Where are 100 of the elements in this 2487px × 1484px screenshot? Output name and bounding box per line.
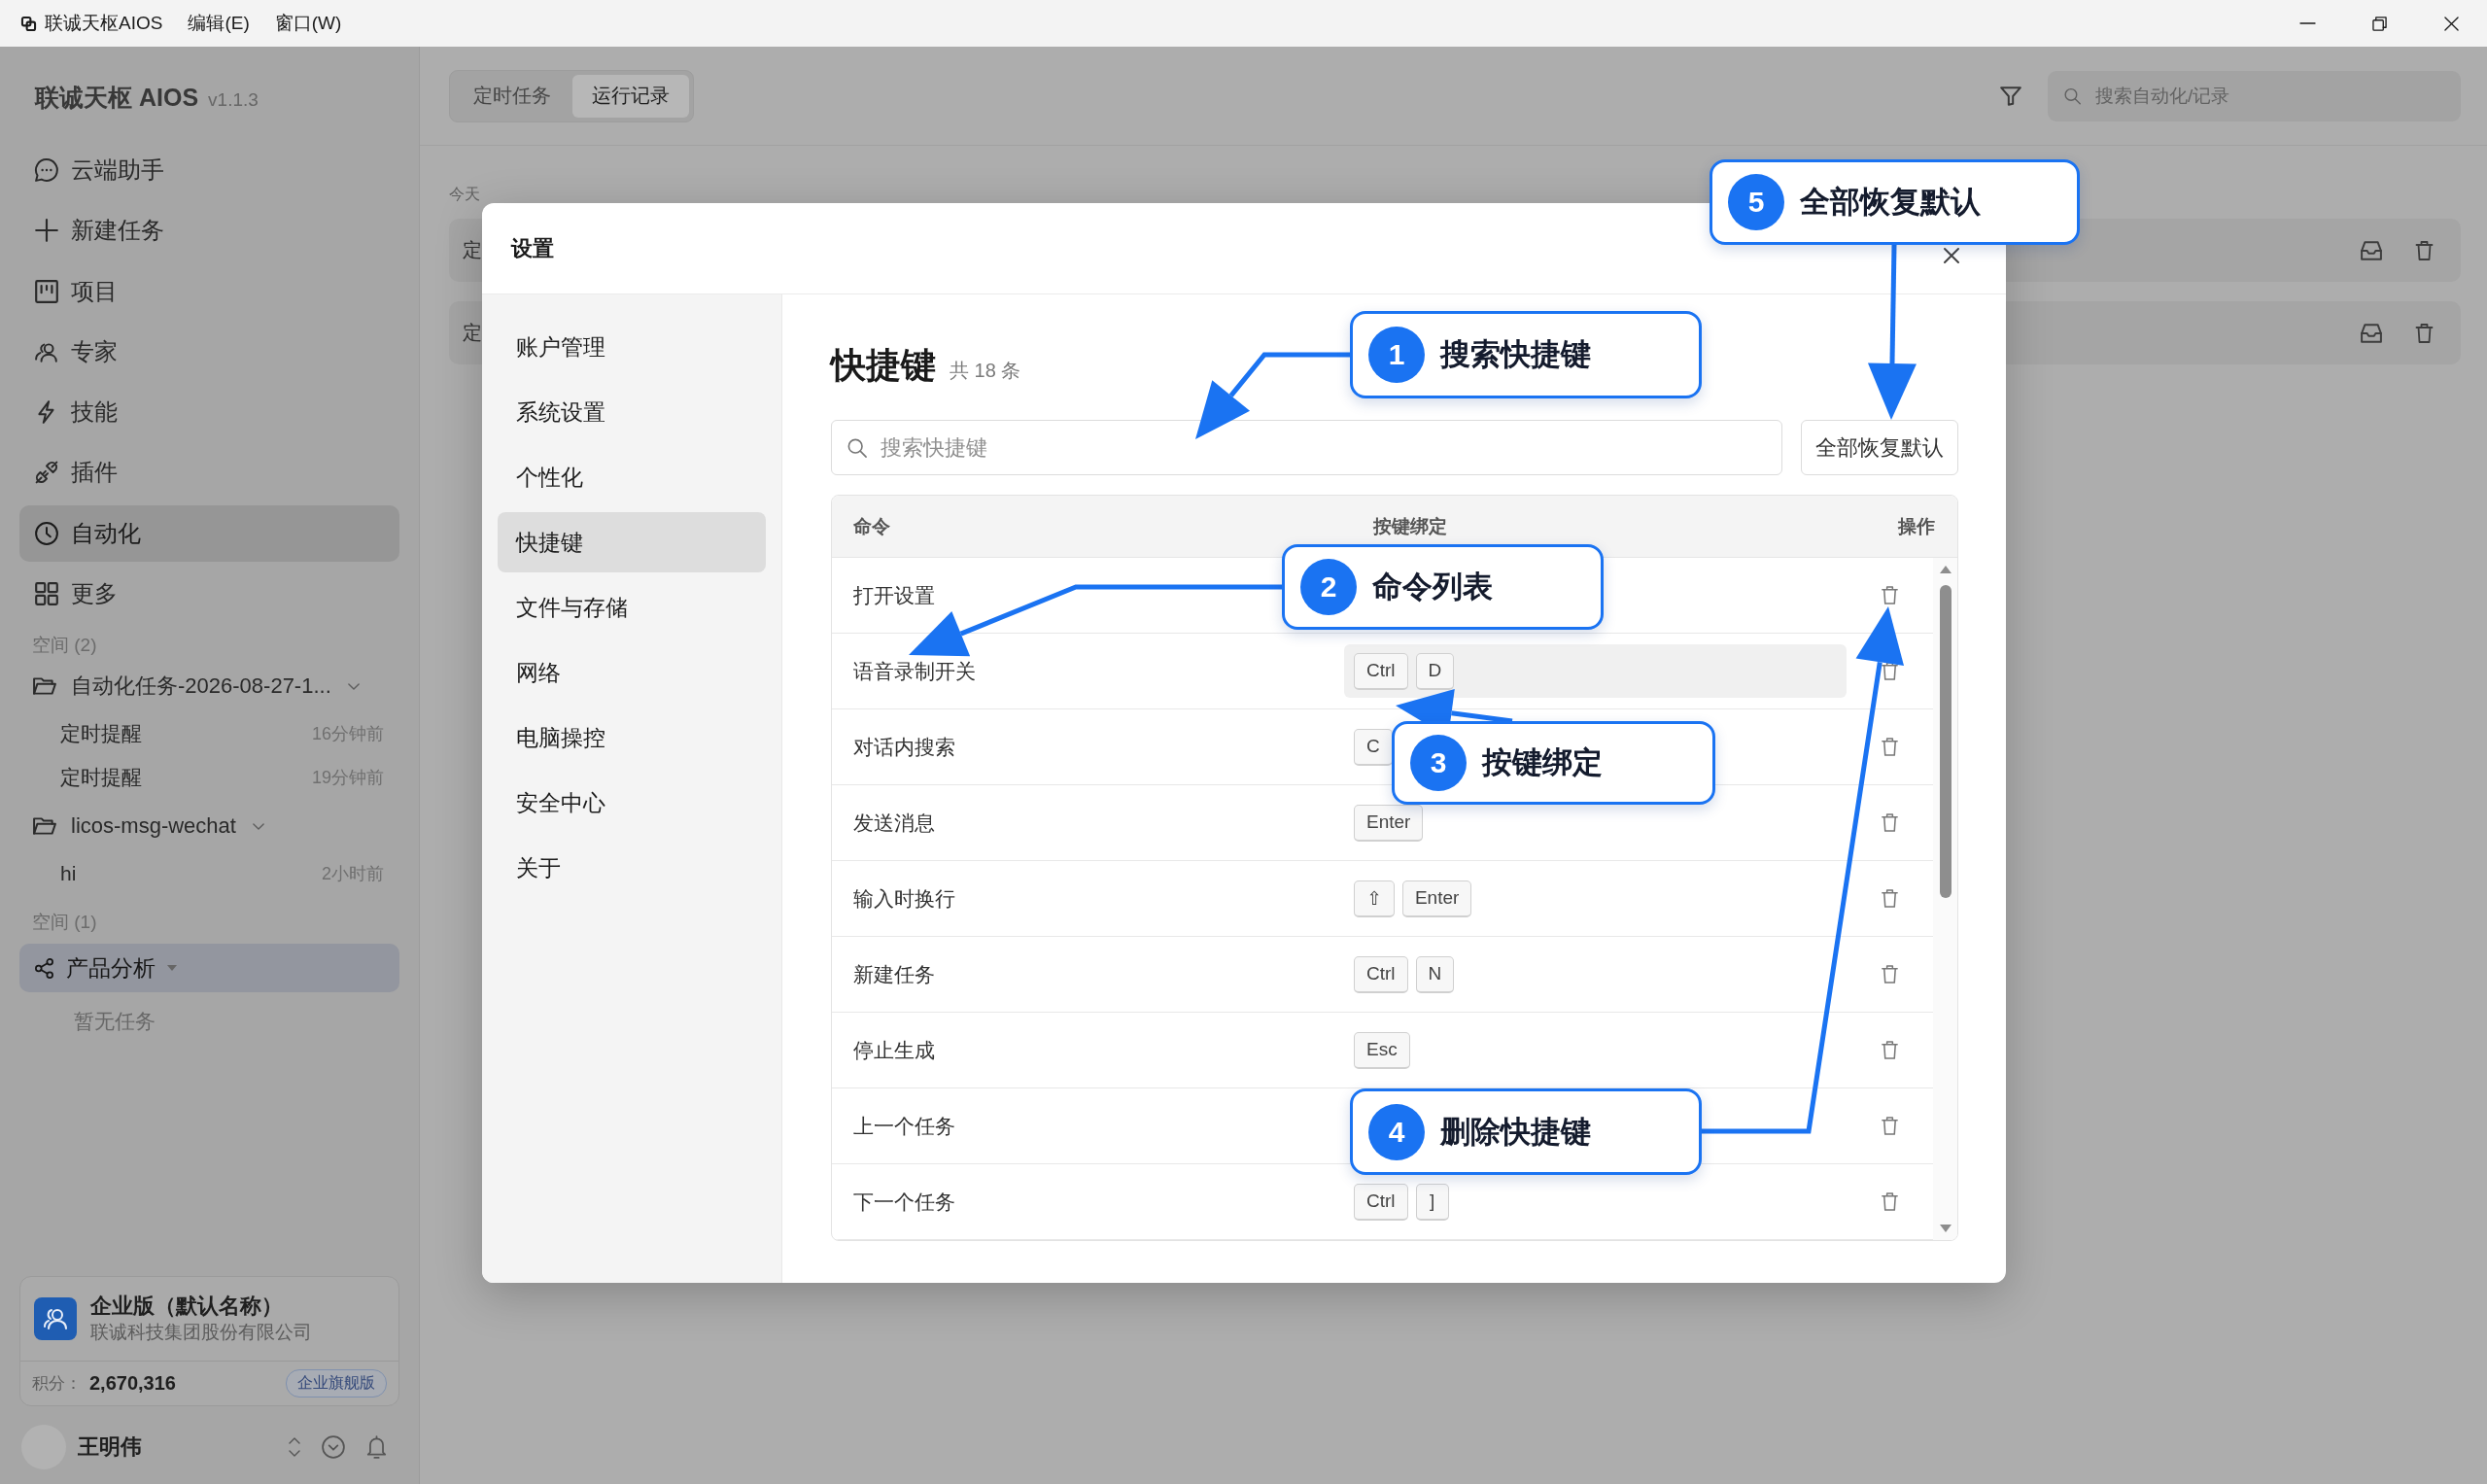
tab[interactable]: 运行记录 <box>572 74 689 118</box>
step-number: 1 <box>1368 327 1425 383</box>
record-title: 定 <box>463 238 482 262</box>
restore-icon[interactable] <box>2371 16 2387 31</box>
tray-icon[interactable] <box>2361 323 2382 343</box>
plug-icon <box>35 461 58 485</box>
points-label: 积分： <box>32 1373 82 1395</box>
record-title: 定 <box>463 321 482 345</box>
scrollbar-thumb[interactable] <box>1939 585 1952 898</box>
chevron-down-icon[interactable] <box>347 682 360 690</box>
chevron-circle-icon[interactable] <box>322 1435 345 1459</box>
key-cap: Esc <box>1354 1031 1410 1069</box>
search-icon <box>847 437 867 458</box>
trash-icon[interactable] <box>1881 888 1899 909</box>
logo-icon <box>21 16 36 31</box>
command-name: 输入时换行 <box>853 885 955 912</box>
key-cap: N <box>1415 955 1455 993</box>
callout-label: 命令列表 <box>1372 569 1493 605</box>
nav-item[interactable]: 专家 <box>19 323 399 380</box>
trash-icon[interactable] <box>1881 1040 1899 1060</box>
command-name: 新建任务 <box>853 961 935 987</box>
plan-badge: 企业旗舰版 <box>286 1369 387 1398</box>
trash-icon[interactable] <box>2415 322 2434 344</box>
trash-icon[interactable] <box>1881 737 1899 757</box>
search-field[interactable]: 搜索自动化/记录 <box>2048 70 2461 121</box>
tray-icon[interactable] <box>2361 240 2382 260</box>
version-label: v1.1.3 <box>208 89 259 111</box>
task-title[interactable]: 定时提醒 <box>60 719 142 747</box>
nav-item[interactable]: 新建任务 <box>19 202 399 259</box>
callout-label: 删除快捷键 <box>1440 1113 1591 1151</box>
close-icon[interactable] <box>2443 16 2459 31</box>
task-title[interactable]: hi <box>60 861 77 885</box>
chevron-up-down-icon[interactable] <box>289 1437 300 1457</box>
column-header: 按键绑定 <box>1373 514 1447 538</box>
key-cap: C <box>1354 728 1393 766</box>
trash-icon[interactable] <box>2415 239 2434 261</box>
nav-item[interactable]: 插件 <box>19 444 399 501</box>
bell-icon[interactable] <box>366 1435 387 1459</box>
close-icon[interactable] <box>1944 247 1959 263</box>
nav-item[interactable]: 云端助手 <box>19 142 399 198</box>
settings-nav-item[interactable]: 关于 <box>498 838 766 898</box>
key-cap: Ctrl <box>1354 955 1408 993</box>
trash-icon[interactable] <box>1881 585 1899 605</box>
step-number: 2 <box>1300 559 1357 615</box>
brand-name: 联诚天枢 AIOS <box>35 83 199 113</box>
chevron-down-icon[interactable] <box>252 822 264 830</box>
user-name: 王明伟 <box>78 1433 142 1461</box>
command-name: 语音录制开关 <box>853 658 976 684</box>
empty-state-text: 暂无任务 <box>74 1009 155 1035</box>
key-cap: ⇧ <box>1354 880 1395 917</box>
nav-item[interactable]: 项目 <box>19 262 399 320</box>
menu-item[interactable]: 编辑(E) <box>188 11 250 36</box>
command-name: 发送消息 <box>853 810 935 836</box>
task-title[interactable]: 定时提醒 <box>60 763 142 791</box>
nav-item[interactable]: 更多 <box>19 566 399 623</box>
settings-nav-item[interactable]: 系统设置 <box>498 382 766 442</box>
folder-icon <box>33 677 56 696</box>
nav-item[interactable]: 技能 <box>19 384 399 441</box>
nav-item[interactable]: 自动化 <box>19 504 399 562</box>
key-cap: ] <box>1415 1183 1449 1221</box>
settings-nav-item[interactable]: 文件与存储 <box>498 577 766 638</box>
step-number: 3 <box>1410 735 1467 791</box>
menu-item[interactable]: 窗口(W) <box>274 11 342 36</box>
callout-label: 搜索快捷键 <box>1440 336 1591 373</box>
settings-nav-item[interactable]: 电脑操控 <box>498 707 766 768</box>
caret-down-icon <box>167 965 177 972</box>
settings-nav-item[interactable]: 账户管理 <box>498 317 766 377</box>
settings-nav-item[interactable]: 安全中心 <box>498 773 766 833</box>
reset-all-button[interactable]: 全部恢复默认 <box>1801 420 1958 475</box>
search-icon <box>2064 87 2081 104</box>
command-name: 停止生成 <box>853 1037 935 1063</box>
trash-icon[interactable] <box>1881 1191 1899 1212</box>
item-count: 共 18 条 <box>950 359 1021 383</box>
step-number: 5 <box>1728 174 1784 230</box>
trash-icon[interactable] <box>1881 1116 1899 1136</box>
filter-icon[interactable] <box>2000 85 2021 107</box>
command-name: 下一个任务 <box>853 1189 955 1215</box>
section-heading: 空间 (1) <box>32 912 97 933</box>
folder-item[interactable]: 自动化任务-2026-08-27-1... <box>19 665 399 708</box>
grid-icon <box>35 582 58 606</box>
settings-nav-item[interactable]: 快捷键 <box>498 512 766 572</box>
up-triangle-icon[interactable] <box>1939 566 1952 573</box>
trash-icon[interactable] <box>1881 964 1899 984</box>
settings-nav-item[interactable]: 个性化 <box>498 447 766 507</box>
minimize-icon[interactable] <box>2299 22 2315 24</box>
settings-nav-item[interactable]: 网络 <box>498 642 766 703</box>
company-name: 联诚科技集团股份有限公司 <box>90 1321 312 1344</box>
folder-item[interactable]: licos-msg-wechat <box>19 805 399 848</box>
trash-icon[interactable] <box>1881 661 1899 681</box>
trash-icon[interactable] <box>1881 812 1899 833</box>
project-item[interactable]: 产品分析 <box>19 944 399 993</box>
key-binding-cell[interactable]: Ctrl D <box>1344 644 1847 698</box>
dialog-title: 设置 <box>511 234 554 262</box>
command-name: 上一个任务 <box>853 1113 955 1139</box>
search-field[interactable]: 搜索快捷键 <box>831 420 1782 475</box>
down-triangle-icon[interactable] <box>1939 1225 1952 1232</box>
column-header: 操作 <box>1898 514 1935 538</box>
speech-bubble-icon <box>35 158 58 182</box>
tab[interactable]: 定时任务 <box>454 74 570 118</box>
plan-name: 企业版（默认名称） <box>90 1293 284 1320</box>
